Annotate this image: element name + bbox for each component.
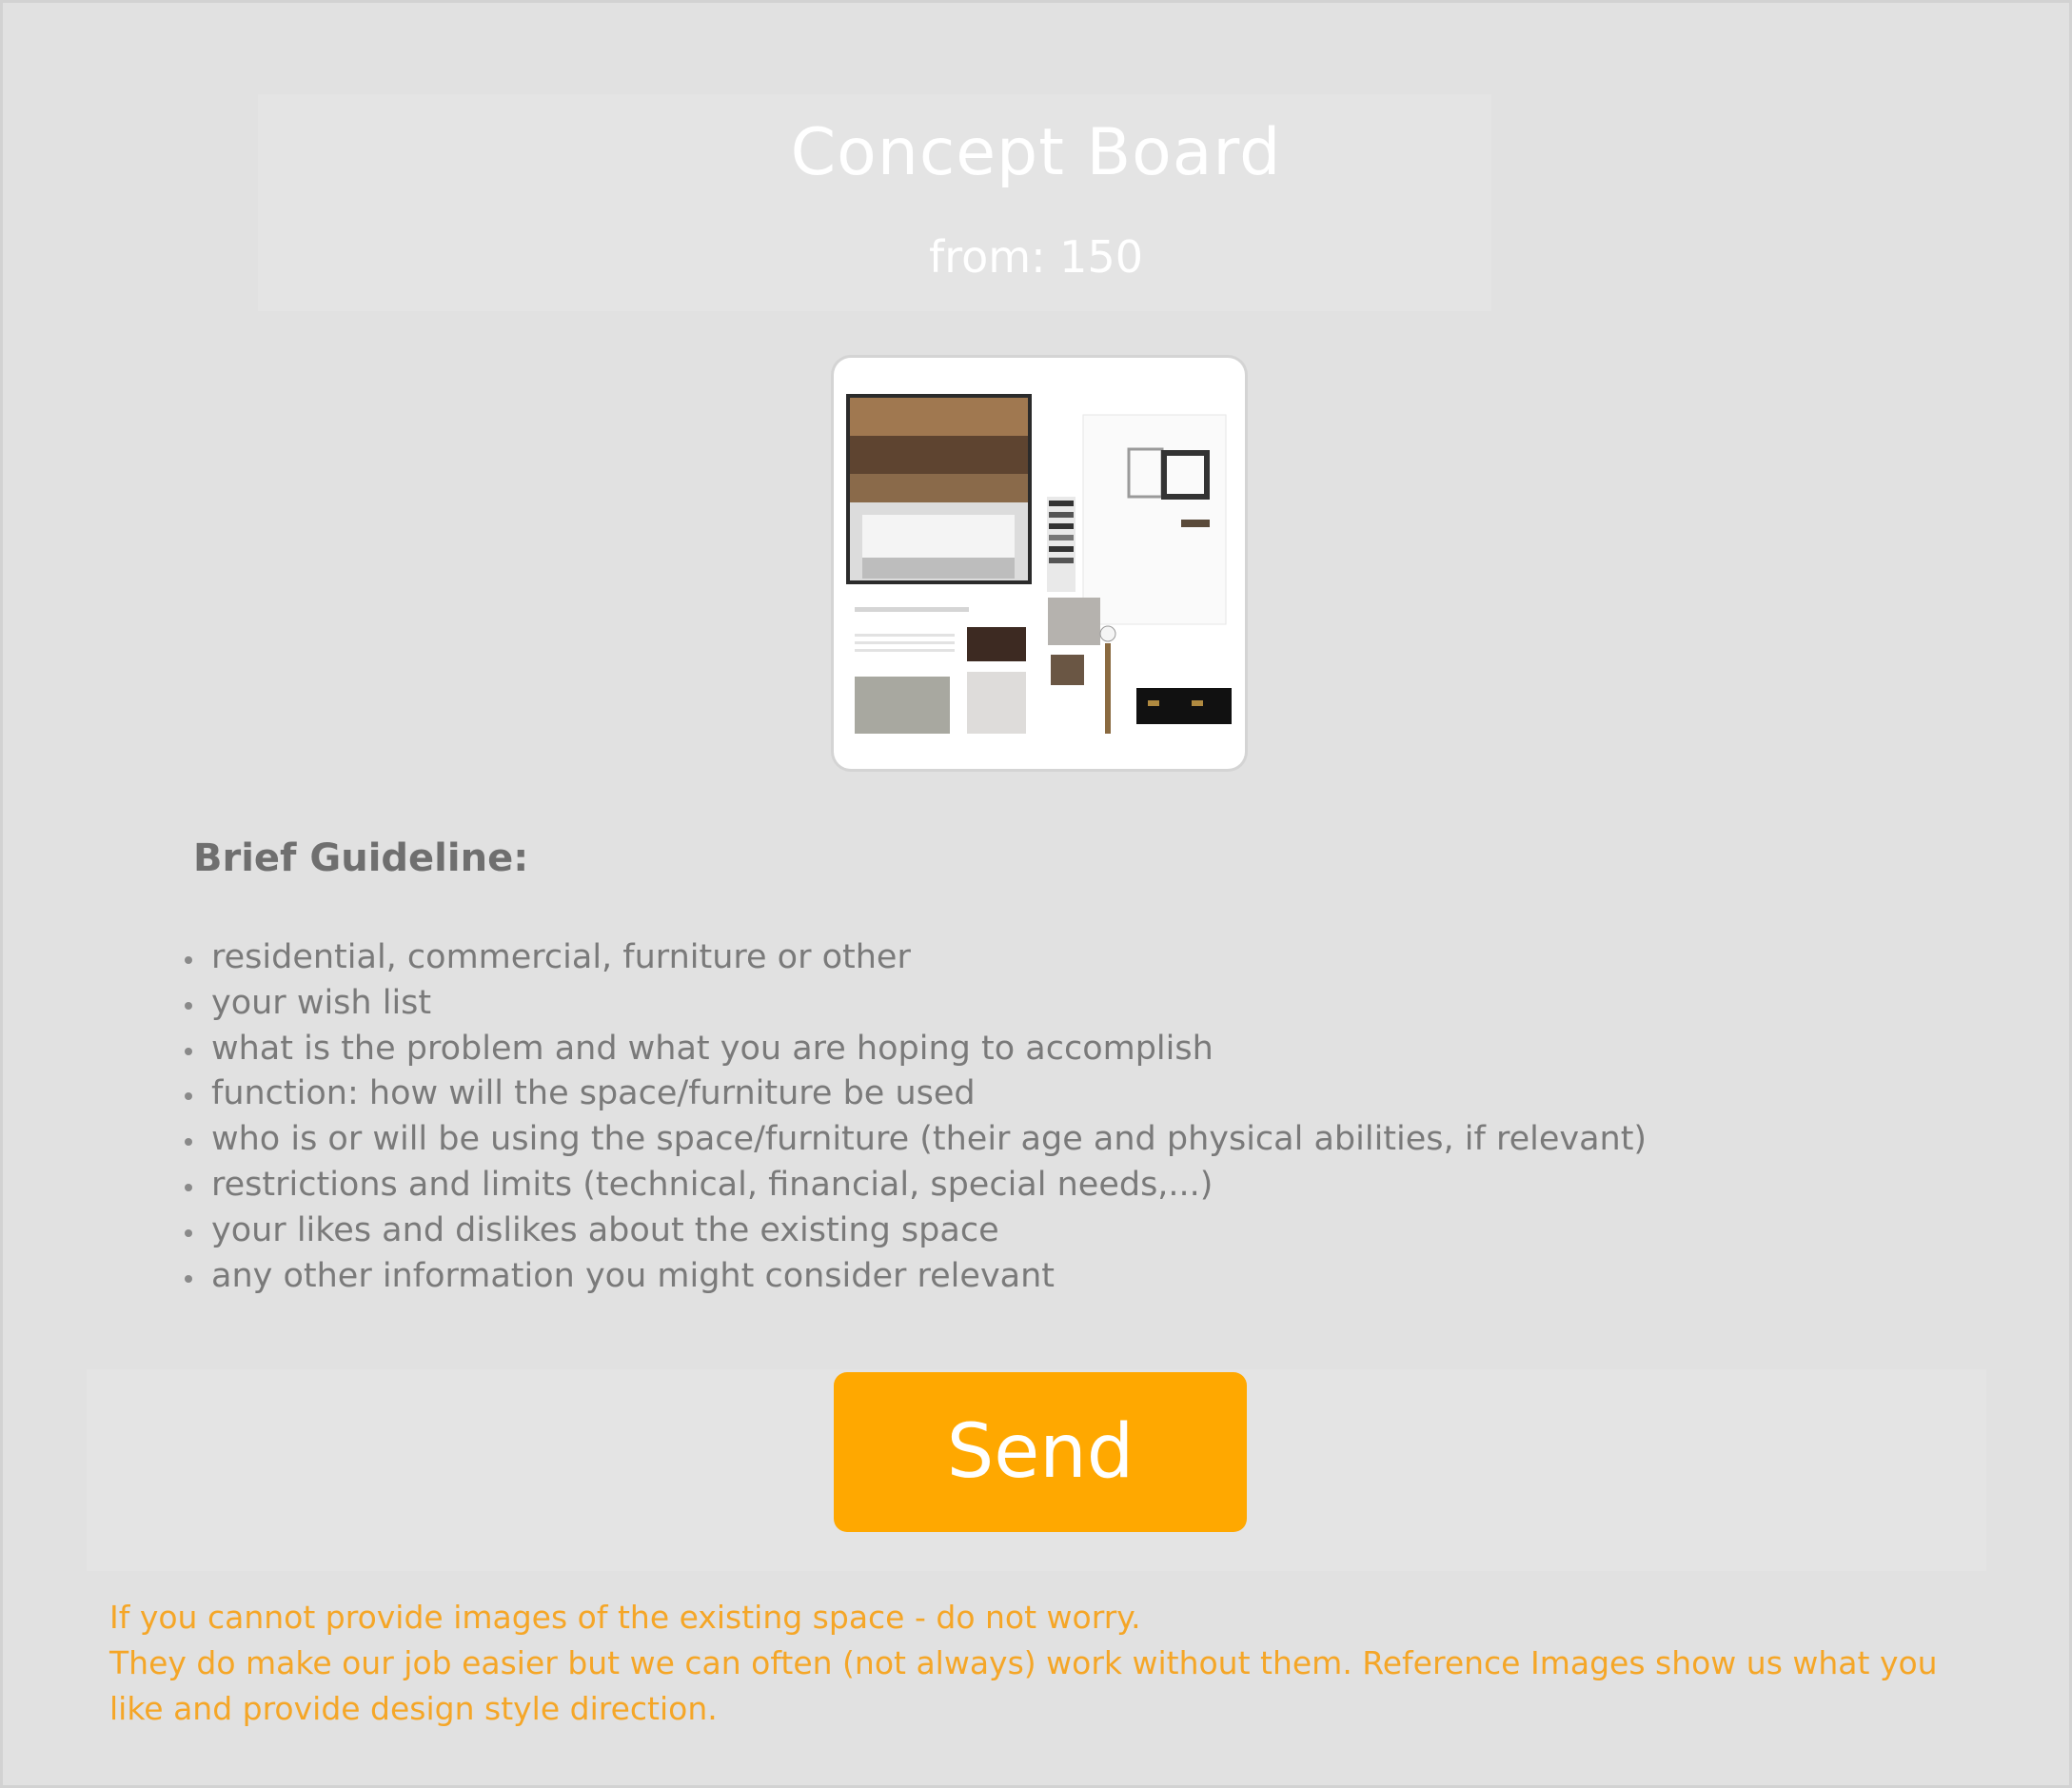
list-item: residential, commercial, furniture or ot…	[182, 935, 1647, 981]
list-item: what is the problem and what you are hop…	[182, 1027, 1647, 1072]
page-title: Concept Board	[790, 115, 1282, 190]
list-item: any other information you might consider…	[182, 1254, 1647, 1300]
page: Concept Board from: 150 Brief Guideline:…	[0, 0, 2072, 1788]
guideline-list: residential, commercial, furniture or ot…	[182, 935, 1647, 1299]
send-button[interactable]: Send	[834, 1372, 1247, 1532]
moodboard-illustration	[846, 394, 1232, 734]
list-item: function: how will the space/furniture b…	[182, 1071, 1647, 1117]
list-item: restrictions and limits (technical, fina…	[182, 1163, 1647, 1208]
guideline-heading: Brief Guideline:	[193, 836, 529, 880]
list-item: who is or will be using the space/furnit…	[182, 1117, 1647, 1163]
note-line-3: like and provide design style direction.	[109, 1690, 718, 1727]
list-item: your likes and dislikes about the existi…	[182, 1208, 1647, 1254]
list-item: your wish list	[182, 981, 1647, 1027]
image-note: If you cannot provide images of the exis…	[109, 1595, 1975, 1732]
note-line-2: They do make our job easier but we can o…	[109, 1644, 1938, 1681]
price-label: from: 150	[929, 231, 1143, 283]
concept-board-image	[834, 358, 1245, 769]
note-line-1: If you cannot provide images of the exis…	[109, 1599, 1141, 1636]
